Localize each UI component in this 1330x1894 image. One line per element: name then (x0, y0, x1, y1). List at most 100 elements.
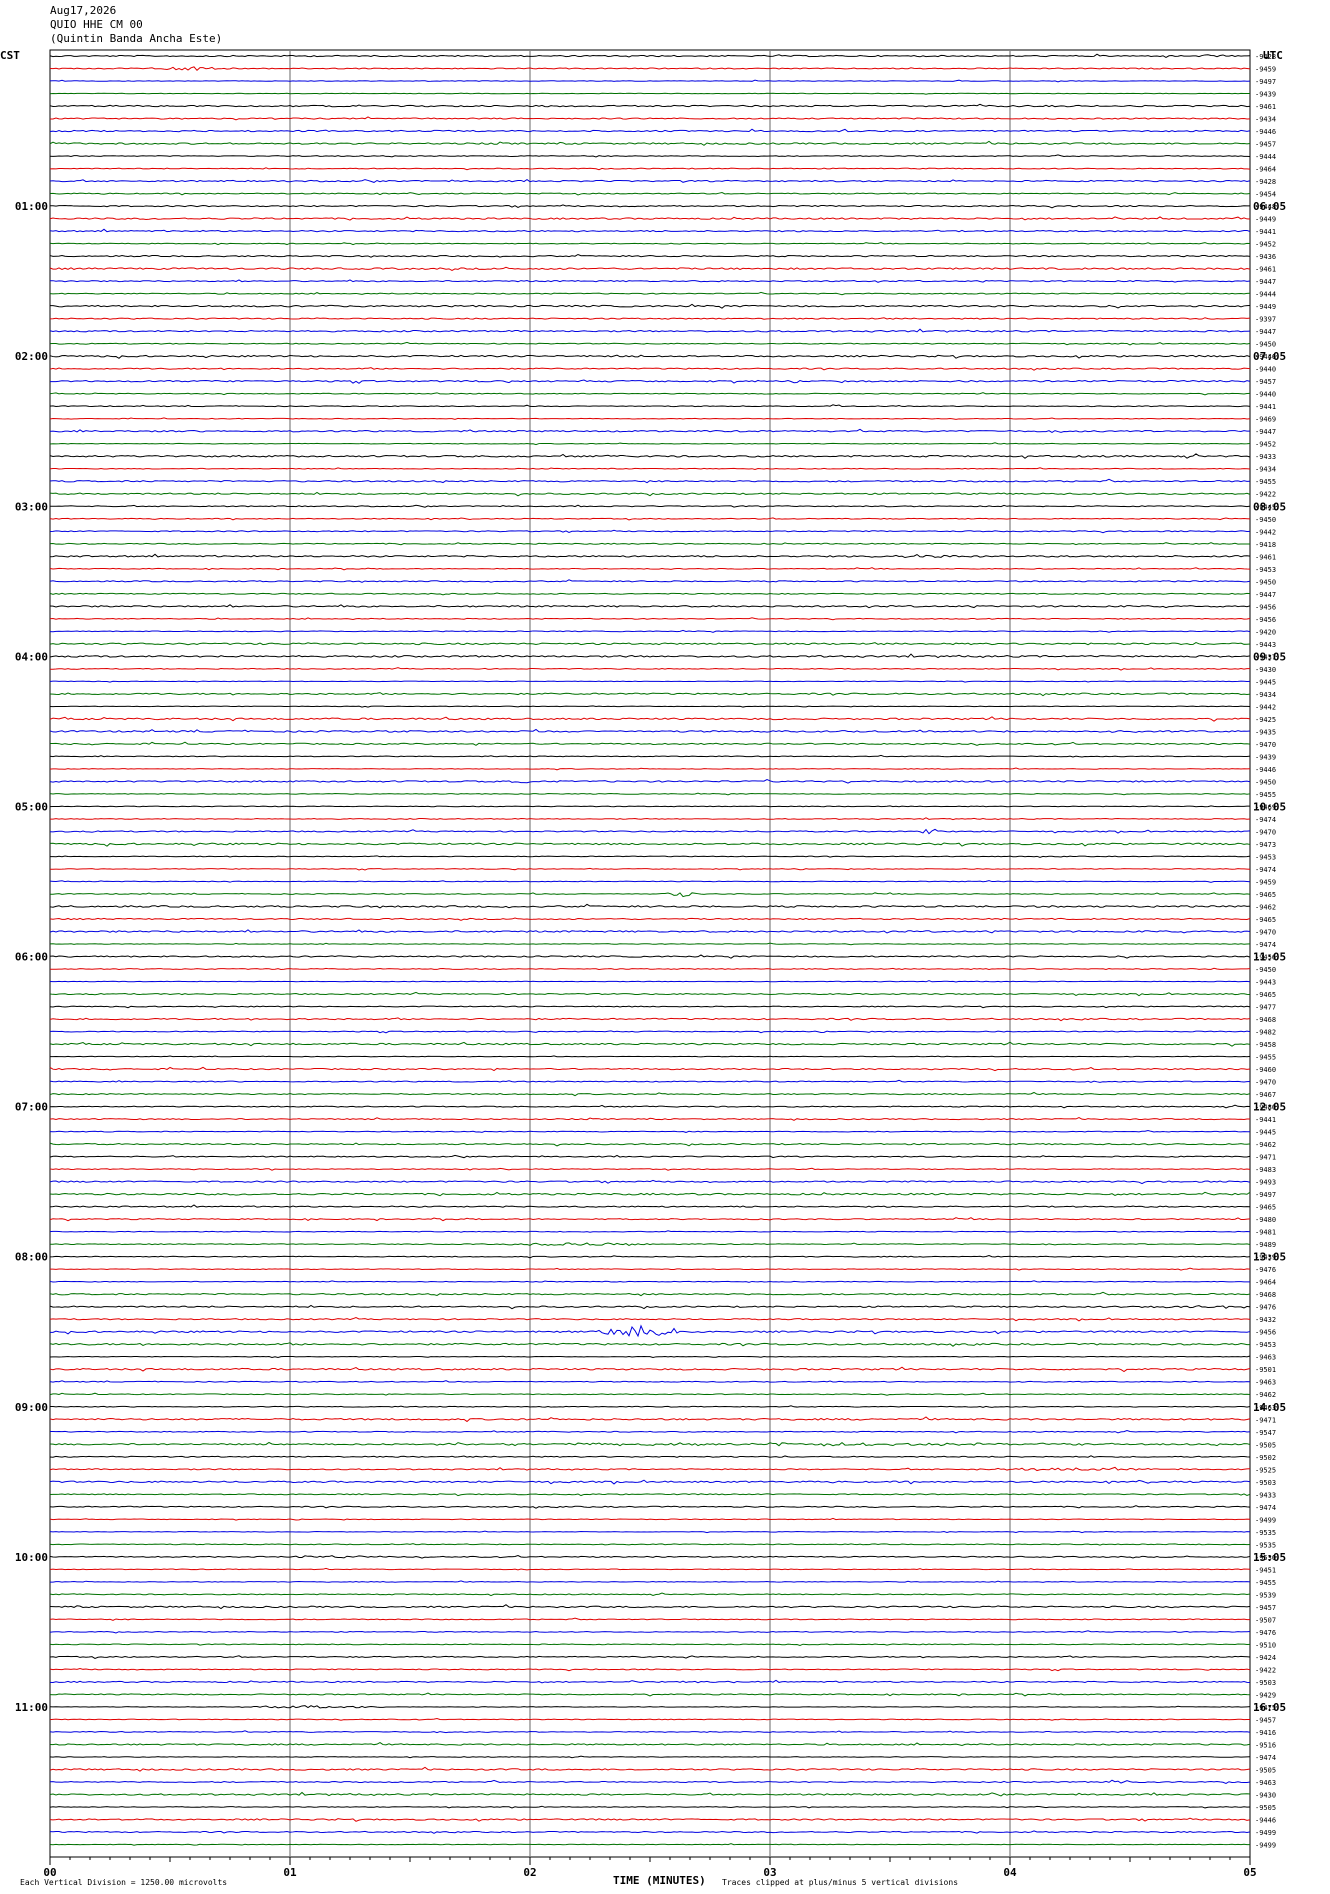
trace-61 (49, 817, 1251, 821)
trace-0 (49, 53, 1251, 58)
trace-value-label-21: -9397 (1255, 316, 1276, 324)
trace-55 (49, 741, 1251, 746)
trace-30 (49, 428, 1251, 433)
trace-value-label-5: -9434 (1255, 116, 1276, 124)
trace-value-label-55: -9470 (1255, 741, 1276, 749)
trace-value-label-28: -9441 (1255, 403, 1276, 411)
trace-56 (49, 754, 1251, 758)
trace-18 (49, 279, 1251, 283)
trace-113 (49, 1466, 1251, 1472)
x-tick-label-4: 04 (1003, 1866, 1017, 1879)
trace-40 (49, 553, 1251, 559)
trace-44 (49, 604, 1251, 609)
trace-value-label-100: -9476 (1255, 1304, 1276, 1312)
trace-value-label-66: -9459 (1255, 878, 1276, 886)
trace-value-label-54: -9435 (1255, 728, 1276, 736)
trace-value-label-40: -9461 (1255, 553, 1276, 561)
trace-96 (49, 1254, 1251, 1259)
trace-value-label-139: -9430 (1255, 1791, 1276, 1799)
trace-value-label-50: -9445 (1255, 678, 1276, 686)
trace-value-label-115: -9433 (1255, 1491, 1276, 1499)
right-hour-label-10: 16:05 (1253, 1701, 1286, 1714)
trace-4 (49, 103, 1251, 108)
trace-value-label-138: -9463 (1255, 1779, 1276, 1787)
trace-1 (49, 66, 1251, 71)
trace-137 (49, 1766, 1251, 1772)
trace-value-label-137: -9505 (1255, 1766, 1276, 1774)
right-hour-label-9: 15:05 (1253, 1551, 1286, 1564)
trace-value-label-39: -9418 (1255, 541, 1276, 549)
trace-14 (49, 228, 1251, 233)
trace-83 (49, 1091, 1251, 1097)
trace-117 (49, 1517, 1251, 1521)
trace-94 (49, 1230, 1251, 1233)
trace-value-label-38: -9442 (1255, 528, 1276, 536)
trace-62 (49, 828, 1251, 835)
trace-78 (49, 1030, 1251, 1034)
trace-102 (49, 1324, 1251, 1338)
right-hour-label-4: 10:05 (1253, 800, 1286, 813)
trace-value-label-86: -9445 (1255, 1129, 1276, 1137)
trace-15 (49, 242, 1251, 246)
trace-43 (49, 592, 1251, 596)
trace-41 (49, 567, 1251, 571)
trace-value-label-99: -9468 (1255, 1291, 1276, 1299)
trace-value-label-127: -9510 (1255, 1641, 1276, 1649)
trace-107 (49, 1392, 1251, 1396)
trace-34 (49, 478, 1251, 484)
trace-58 (49, 778, 1251, 784)
trace-value-label-128: -9424 (1255, 1654, 1276, 1662)
trace-141 (49, 1817, 1251, 1822)
trace-86 (49, 1130, 1250, 1133)
trace-value-label-6: -9446 (1255, 128, 1276, 136)
trace-value-label-97: -9476 (1255, 1266, 1276, 1274)
trace-value-label-112: -9502 (1255, 1454, 1276, 1462)
left-hour-label-7: 08:00 (15, 1251, 48, 1264)
trace-value-label-71: -9474 (1255, 941, 1276, 949)
trace-66 (49, 880, 1251, 883)
trace-23 (49, 341, 1251, 346)
trace-value-label-14: -9441 (1255, 228, 1276, 236)
trace-value-label-89: -9483 (1255, 1166, 1276, 1174)
trace-105 (49, 1366, 1251, 1373)
trace-27 (49, 392, 1251, 396)
trace-97 (49, 1267, 1251, 1271)
trace-118 (49, 1530, 1251, 1534)
trace-value-label-85: -9441 (1255, 1116, 1276, 1124)
trace-2 (49, 79, 1251, 83)
trace-26 (49, 379, 1251, 384)
trace-value-label-124: -9457 (1255, 1604, 1276, 1612)
trace-143 (49, 1843, 1251, 1846)
trace-value-label-45: -9456 (1255, 616, 1276, 624)
trace-value-label-114: -9503 (1255, 1479, 1276, 1487)
trace-90 (49, 1179, 1251, 1185)
trace-37 (49, 517, 1251, 521)
trace-73 (49, 967, 1251, 971)
trace-101 (49, 1316, 1251, 1322)
trace-value-label-58: -9450 (1255, 778, 1276, 786)
trace-value-label-47: -9443 (1255, 641, 1276, 649)
right-hour-label-3: 09:05 (1253, 650, 1286, 663)
trace-114 (49, 1479, 1251, 1485)
trace-42 (49, 579, 1251, 583)
trace-value-label-142: -9499 (1255, 1829, 1276, 1837)
trace-9 (49, 167, 1251, 171)
trace-20 (49, 303, 1251, 309)
trace-value-label-43: -9447 (1255, 591, 1276, 599)
trace-3 (49, 92, 1251, 95)
trace-value-label-129: -9422 (1255, 1666, 1276, 1674)
trace-value-label-74: -9443 (1255, 979, 1276, 987)
trace-value-label-143: -9499 (1255, 1841, 1276, 1849)
trace-140 (49, 1805, 1251, 1809)
trace-value-label-78: -9482 (1255, 1029, 1276, 1037)
trace-112 (49, 1455, 1251, 1458)
trace-8 (49, 154, 1251, 158)
trace-6 (49, 128, 1251, 133)
trace-79 (49, 1041, 1251, 1047)
trace-52 (49, 705, 1251, 708)
trace-value-label-76: -9477 (1255, 1004, 1276, 1012)
trace-value-label-113: -9525 (1255, 1466, 1276, 1474)
trace-value-label-52: -9442 (1255, 703, 1276, 711)
x-axis-title: TIME (MINUTES) (613, 1874, 706, 1887)
trace-31 (49, 442, 1251, 446)
